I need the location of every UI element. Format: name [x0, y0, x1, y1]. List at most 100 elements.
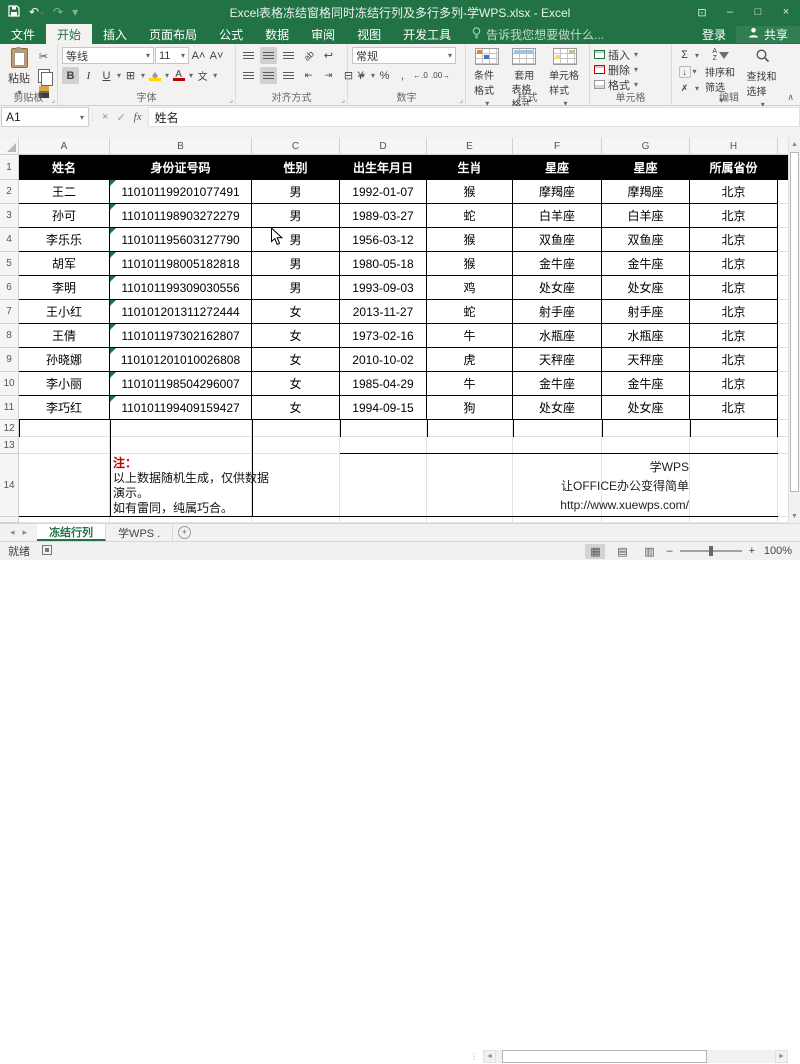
cell[interactable] — [19, 420, 110, 437]
cell[interactable]: 双鱼座 — [602, 228, 690, 252]
phonetic-guide-icon[interactable]: 文 — [194, 67, 211, 84]
cell[interactable]: 李小丽 — [19, 372, 110, 396]
orientation-icon[interactable]: ab — [296, 43, 320, 67]
cell[interactable]: 猴 — [427, 180, 513, 204]
cell[interactable]: 金牛座 — [602, 252, 690, 276]
copy-icon[interactable] — [38, 69, 50, 83]
view-page-layout-icon[interactable]: ▤ — [612, 544, 632, 559]
row-header-11[interactable]: 11 — [0, 396, 19, 420]
cell[interactable]: 姓名 — [19, 155, 110, 180]
cell[interactable]: 牛 — [427, 324, 513, 348]
tab-page-layout[interactable]: 页面布局 — [138, 24, 208, 44]
cell[interactable]: 身份证号码 — [110, 155, 252, 180]
cell[interactable]: 110101199409159427 — [110, 396, 252, 420]
clipboard-dialog-launcher-icon[interactable]: ⌟ — [51, 95, 55, 104]
sheet-tab-other[interactable]: 学WPS . — [106, 524, 173, 541]
cell[interactable]: 北京 — [690, 372, 778, 396]
cell[interactable]: 110101199201077491 — [110, 180, 252, 204]
column-header-E[interactable]: E — [427, 138, 513, 155]
cell[interactable]: 1973-02-16 — [340, 324, 427, 348]
tab-data[interactable]: 数据 — [254, 24, 300, 44]
tab-file[interactable]: 文件 — [0, 24, 46, 44]
cell[interactable]: 金牛座 — [513, 252, 602, 276]
increase-font-icon[interactable]: A˄ — [190, 47, 207, 64]
cell[interactable]: 北京 — [690, 324, 778, 348]
bold-button[interactable]: B — [62, 67, 79, 84]
insert-function-icon[interactable]: fx — [134, 111, 142, 123]
cell[interactable]: 1992-01-07 — [340, 180, 427, 204]
cell[interactable]: 北京 — [690, 396, 778, 420]
cell[interactable]: 出生年月日 — [340, 155, 427, 180]
tab-review[interactable]: 审阅 — [300, 24, 346, 44]
row-header-14[interactable]: 14 — [0, 454, 19, 517]
underline-button[interactable]: U — [98, 67, 115, 84]
enter-icon[interactable]: ✓ — [116, 111, 125, 124]
cell[interactable]: 女 — [252, 372, 340, 396]
cell[interactable]: 孙晓娜 — [19, 348, 110, 372]
cell[interactable]: 星座 — [513, 155, 602, 180]
vertical-scroll-thumb[interactable] — [790, 152, 799, 492]
tab-insert[interactable]: 插入 — [92, 24, 138, 44]
cell[interactable]: 摩羯座 — [513, 180, 602, 204]
splitter-grip-icon[interactable]: ⋮ — [470, 1052, 479, 1061]
cell[interactable]: 1956-03-12 — [340, 228, 427, 252]
cell[interactable]: 北京 — [690, 228, 778, 252]
row-header-9[interactable]: 9 — [0, 348, 19, 372]
horizontal-scroll-thumb[interactable] — [502, 1050, 707, 1063]
cell[interactable]: 110101195603127790 — [110, 228, 252, 252]
cell[interactable] — [427, 437, 513, 454]
cell[interactable]: 110101201010026808 — [110, 348, 252, 372]
tell-me-box[interactable]: 告诉我您想要做什么... — [462, 24, 614, 44]
cell[interactable]: 男 — [252, 204, 340, 228]
row-header-7[interactable]: 7 — [0, 300, 19, 324]
tab-developer[interactable]: 开发工具 — [392, 24, 462, 44]
cell[interactable]: 北京 — [690, 204, 778, 228]
cell[interactable] — [110, 420, 252, 437]
promo-cell[interactable]: 学WPS 让OFFICE办公变得简单 http://www.xuewps.com… — [340, 458, 689, 515]
cell[interactable]: 射手座 — [602, 300, 690, 324]
cell[interactable]: 生肖 — [427, 155, 513, 180]
column-header-F[interactable]: F — [513, 138, 602, 155]
collapse-ribbon-icon[interactable]: ∧ — [787, 92, 794, 103]
cell[interactable]: 处女座 — [513, 396, 602, 420]
tab-formulas[interactable]: 公式 — [208, 24, 254, 44]
column-header-H[interactable]: H — [690, 138, 778, 155]
cell[interactable] — [690, 420, 778, 437]
align-center-icon[interactable] — [260, 67, 277, 84]
row-header-4[interactable]: 4 — [0, 228, 19, 252]
cell[interactable]: 金牛座 — [602, 372, 690, 396]
cell[interactable]: 天秤座 — [513, 348, 602, 372]
cell[interactable]: 男 — [252, 252, 340, 276]
cell[interactable]: 金牛座 — [513, 372, 602, 396]
cell[interactable] — [340, 420, 427, 437]
zoom-in-icon[interactable]: + — [749, 545, 755, 557]
cell[interactable]: 1994-09-15 — [340, 396, 427, 420]
zoom-level[interactable]: 100% — [762, 545, 792, 557]
cell[interactable]: 王倩 — [19, 324, 110, 348]
cell[interactable] — [110, 437, 252, 454]
column-header-D[interactable]: D — [340, 138, 427, 155]
cell[interactable]: 双鱼座 — [513, 228, 602, 252]
font-name-select[interactable]: 等线▾ — [62, 47, 154, 64]
note-cell[interactable]: 注： 以上数据随机生成，仅供数据 演示。 如有雷同，纯属巧合。 — [113, 456, 313, 516]
maximize-button[interactable]: □ — [744, 6, 772, 18]
row-header-12[interactable]: 12 — [0, 420, 19, 437]
decrease-decimal-icon[interactable]: .00→ — [430, 67, 451, 84]
cell[interactable]: 猴 — [427, 252, 513, 276]
zoom-out-icon[interactable]: – — [666, 545, 672, 557]
column-header-B[interactable]: B — [110, 138, 252, 155]
cell[interactable]: 男 — [252, 276, 340, 300]
decrease-indent-icon[interactable]: ⇤ — [300, 67, 317, 84]
wrap-text-icon[interactable]: ↩ — [320, 47, 337, 64]
cell[interactable]: 摩羯座 — [602, 180, 690, 204]
cell[interactable]: 猴 — [427, 228, 513, 252]
cell[interactable]: 北京 — [690, 276, 778, 300]
row-header-6[interactable]: 6 — [0, 276, 19, 300]
cell[interactable] — [602, 420, 690, 437]
name-box[interactable]: A1▾ — [1, 107, 89, 127]
number-format-select[interactable]: 常规▾ — [352, 47, 456, 64]
row-header-1[interactable]: 1 — [0, 155, 19, 180]
cell[interactable]: 1985-04-29 — [340, 372, 427, 396]
sign-in-button[interactable]: 登录 — [692, 26, 736, 43]
cell[interactable]: 女 — [252, 348, 340, 372]
